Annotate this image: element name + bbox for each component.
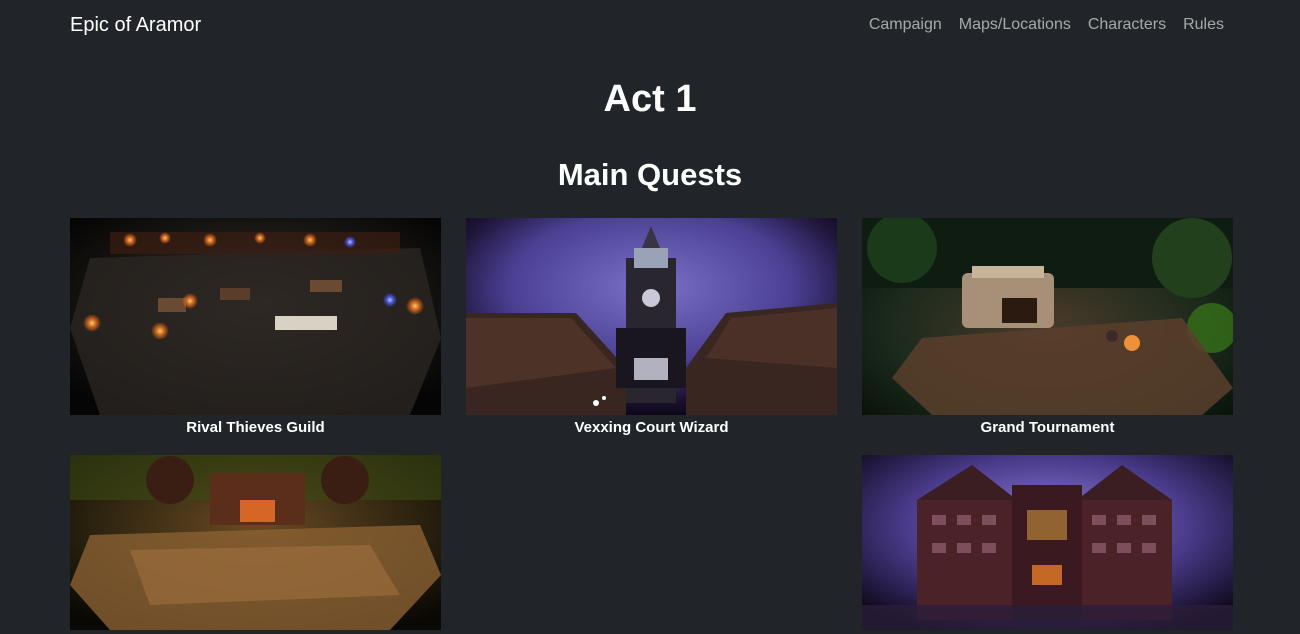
quest-thumbnail[interactable] xyxy=(862,455,1233,630)
nav-link-campaign[interactable]: Campaign xyxy=(869,16,942,34)
nav-link-rules[interactable]: Rules xyxy=(1183,16,1224,34)
nav-link-characters[interactable]: Characters xyxy=(1088,16,1166,34)
quest-thumbnail[interactable] xyxy=(70,455,441,630)
page-title: Act 1 xyxy=(603,78,697,120)
quest-card-manor-house[interactable] xyxy=(862,455,1233,634)
quest-thumbnail[interactable] xyxy=(862,218,1233,415)
quest-card-cavern-fortress[interactable] xyxy=(70,455,441,634)
nav-links: Campaign Maps/Locations Characters Rules xyxy=(869,16,1224,34)
quest-caption[interactable]: Grand Tournament xyxy=(862,419,1233,436)
quest-thumbnail[interactable] xyxy=(466,218,837,415)
nav-link-maps-locations[interactable]: Maps/Locations xyxy=(959,16,1071,34)
quest-caption[interactable]: Vexxing Court Wizard xyxy=(466,419,837,436)
brand-link[interactable]: Epic of Aramor xyxy=(70,14,201,37)
quest-card-grand-tournament[interactable]: Grand Tournament xyxy=(862,218,1233,436)
quest-card-rival-thieves-guild[interactable]: Rival Thieves Guild xyxy=(70,218,441,436)
navbar: Epic of Aramor Campaign Maps/Locations C… xyxy=(0,0,1300,54)
section-title: Main Quests xyxy=(557,157,743,192)
quest-thumbnail[interactable] xyxy=(70,218,441,415)
quest-card-vexxing-court-wizard[interactable]: Vexxing Court Wizard xyxy=(466,218,837,436)
quest-caption[interactable]: Rival Thieves Guild xyxy=(70,419,441,436)
